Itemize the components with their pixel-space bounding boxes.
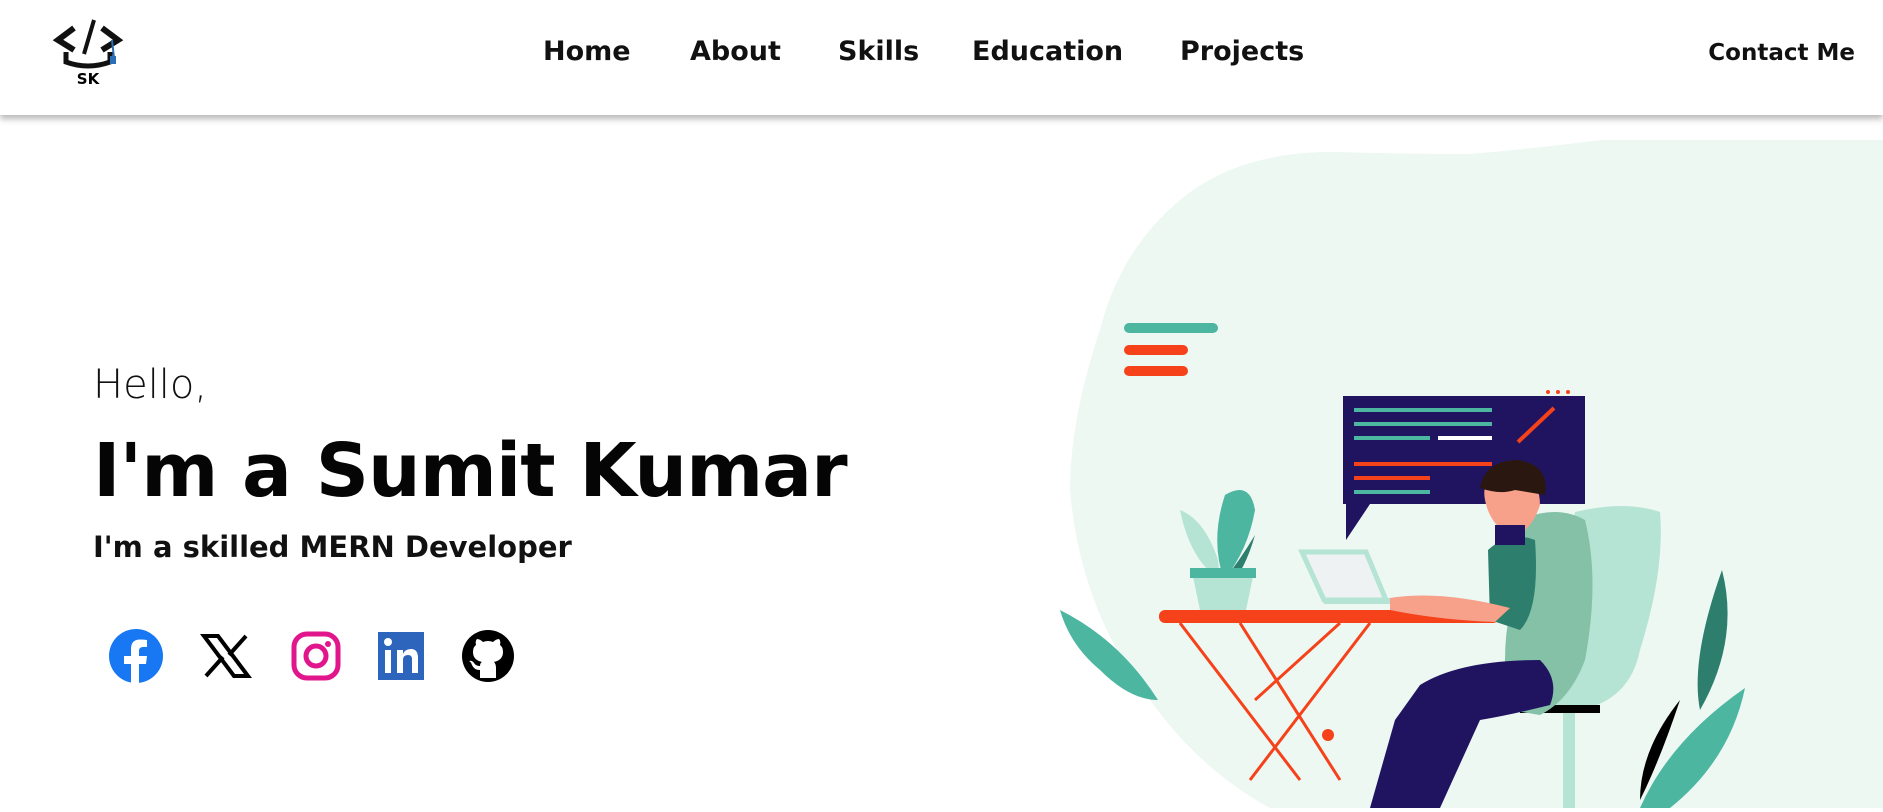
contact-me-button[interactable]: Contact Me — [1708, 40, 1855, 66]
nav-projects[interactable]: Projects — [1180, 36, 1304, 67]
main-nav: Home About Skills Education Projects — [0, 0, 1883, 115]
github-link[interactable] — [460, 628, 516, 684]
facebook-link[interactable] — [108, 628, 164, 684]
developer-at-desk-illustration — [1060, 140, 1883, 808]
hero-illustration — [1040, 140, 1883, 808]
nav-about[interactable]: About — [690, 36, 781, 67]
hero-role: I'm a skilled MERN Developer — [93, 530, 572, 564]
linkedin-icon — [378, 632, 424, 680]
instagram-link[interactable] — [288, 628, 344, 684]
hero-greeting: Hello, — [93, 362, 208, 408]
x-link[interactable] — [198, 628, 254, 684]
nav-education[interactable]: Education — [972, 36, 1123, 67]
instagram-icon — [291, 631, 341, 681]
github-icon — [462, 630, 514, 682]
hero-name: I'm a Sumit Kumar — [93, 428, 848, 514]
nav-skills[interactable]: Skills — [838, 36, 919, 67]
x-icon — [200, 634, 252, 678]
nav-home[interactable]: Home — [543, 36, 631, 67]
linkedin-link[interactable] — [374, 628, 430, 684]
site-header: SK Home About Skills Education Projects … — [0, 0, 1883, 115]
facebook-icon — [109, 629, 163, 684]
